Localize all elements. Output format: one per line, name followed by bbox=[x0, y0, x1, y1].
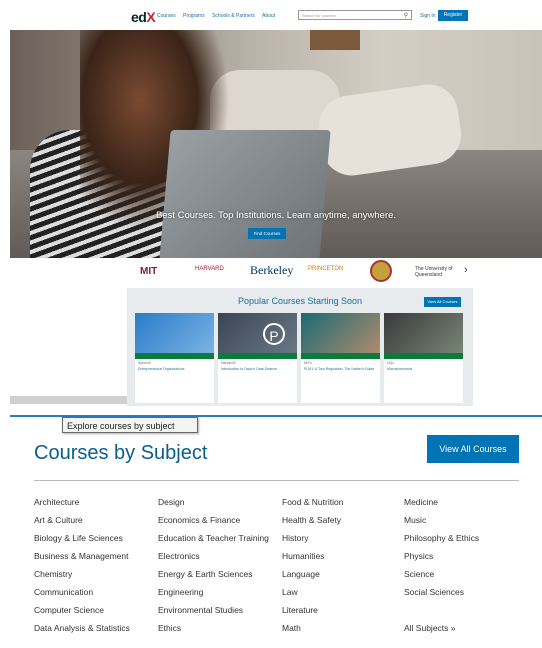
p-logo-icon: P bbox=[263, 323, 285, 345]
main-nav: Courses Programs Schools & Partners Abou… bbox=[157, 13, 281, 19]
uq-logo[interactable]: The University of Queensland bbox=[415, 266, 480, 278]
course-card[interactable]: UQx Microeconomics bbox=[384, 313, 463, 403]
subject-link[interactable]: Computer Science bbox=[34, 601, 130, 619]
course-card-bar bbox=[301, 353, 380, 359]
mit-logo[interactable]: MIT bbox=[140, 266, 157, 277]
course-school: MITx bbox=[304, 361, 312, 365]
subject-link[interactable]: Law bbox=[282, 583, 343, 601]
subject-link[interactable]: Medicine bbox=[404, 493, 479, 511]
subjects-title: Courses by Subject bbox=[34, 442, 208, 464]
subject-link[interactable]: Electronics bbox=[158, 547, 269, 565]
course-card-bar bbox=[384, 353, 463, 359]
top-navigation: edX Courses Programs Schools & Partners … bbox=[0, 0, 542, 30]
search-placeholder: Search for courses bbox=[302, 13, 336, 18]
course-title[interactable]: Microeconomics bbox=[387, 367, 459, 372]
course-card[interactable]: MITx PI101: A Tour Regulation: The Natio… bbox=[301, 313, 380, 403]
university-seal-logo[interactable] bbox=[370, 260, 392, 282]
subject-link[interactable]: Health & Safety bbox=[282, 511, 343, 529]
subject-link[interactable]: Education & Teacher Training bbox=[158, 529, 269, 547]
subject-link[interactable]: Data Analysis & Statistics bbox=[34, 619, 130, 637]
berkeley-logo[interactable]: Berkeley bbox=[250, 263, 293, 278]
subject-link[interactable]: Music bbox=[404, 511, 479, 529]
course-card-bar bbox=[135, 353, 214, 359]
popular-courses-panel: Popular Courses Starting Soon View All C… bbox=[127, 288, 473, 406]
partner-logos: MIT HARVARD Berkeley PRINCETON The Unive… bbox=[140, 260, 480, 284]
subject-link[interactable]: Art & Culture bbox=[34, 511, 130, 529]
subject-link[interactable]: Chemistry bbox=[34, 565, 130, 583]
subject-link[interactable]: Energy & Earth Sciences bbox=[158, 565, 269, 583]
subject-link[interactable]: Communication bbox=[34, 583, 130, 601]
subject-tooltip: Explore courses by subject bbox=[62, 417, 198, 433]
harvard-logo[interactable]: HARVARD bbox=[195, 266, 224, 272]
subject-link[interactable]: Physics bbox=[404, 547, 479, 565]
subject-link[interactable]: Environmental Studies bbox=[158, 601, 269, 619]
courses-by-subject-section: Explore courses by subject Courses by Su… bbox=[10, 415, 542, 648]
register-button[interactable]: Register bbox=[438, 10, 468, 21]
subject-link[interactable]: Social Sciences bbox=[404, 583, 479, 601]
subject-link[interactable]: Philosophy & Ethics bbox=[404, 529, 479, 547]
nav-courses[interactable]: Courses bbox=[157, 13, 176, 19]
sign-in-link[interactable]: Sign In bbox=[420, 13, 436, 19]
subject-column-2: Design Economics & Finance Education & T… bbox=[158, 493, 269, 637]
course-title[interactable]: PI101: A Tour Regulation: The Nation's G… bbox=[304, 367, 376, 372]
nav-schools[interactable]: Schools & Partners bbox=[212, 13, 255, 19]
course-school: HarvardX bbox=[221, 361, 236, 365]
subject-column-4: Medicine Music Philosophy & Ethics Physi… bbox=[404, 493, 479, 637]
hero-tagline: Best Courses. Top Institutions. Learn an… bbox=[155, 210, 397, 221]
nav-programs[interactable]: Programs bbox=[183, 13, 205, 19]
horizontal-scrollbar[interactable] bbox=[10, 396, 127, 404]
subject-link[interactable]: Business & Management bbox=[34, 547, 130, 565]
course-school: UQx bbox=[387, 361, 394, 365]
subject-link[interactable]: Design bbox=[158, 493, 269, 511]
subject-column-1: Architecture Art & Culture Biology & Lif… bbox=[34, 493, 130, 637]
nav-about[interactable]: About bbox=[262, 13, 275, 19]
subject-column-3: Food & Nutrition Health & Safety History… bbox=[282, 493, 343, 637]
subject-link[interactable]: Science bbox=[404, 565, 479, 583]
subject-link[interactable]: Math bbox=[282, 619, 343, 637]
search-input[interactable]: Search for courses ⚲ bbox=[298, 10, 412, 20]
subject-link[interactable]: Biology & Life Sciences bbox=[34, 529, 130, 547]
course-title[interactable]: Entrepreneurial Organizations bbox=[138, 367, 210, 372]
view-all-courses-button[interactable]: View All Courses bbox=[427, 435, 519, 463]
subject-link[interactable]: Architecture bbox=[34, 493, 130, 511]
course-card[interactable]: P HarvardX Introduction to Data in Data … bbox=[218, 313, 297, 403]
search-icon[interactable]: ⚲ bbox=[404, 11, 408, 21]
popular-title: Popular Courses Starting Soon bbox=[237, 296, 363, 306]
subject-link[interactable]: Economics & Finance bbox=[158, 511, 269, 529]
subject-link[interactable]: Ethics bbox=[158, 619, 269, 637]
logo-text: ed bbox=[131, 9, 147, 25]
view-all-courses-button-small[interactable]: View All Courses bbox=[424, 297, 461, 307]
subject-spacer bbox=[404, 601, 479, 619]
chevron-right-icon[interactable]: › bbox=[464, 264, 468, 276]
hero-laptop bbox=[159, 130, 331, 258]
hero-banner: Best Courses. Top Institutions. Learn an… bbox=[10, 30, 542, 258]
subject-link[interactable]: Language bbox=[282, 565, 343, 583]
edx-logo[interactable]: edX bbox=[131, 9, 156, 25]
course-card-bar bbox=[218, 353, 297, 359]
subject-link[interactable]: Literature bbox=[282, 601, 343, 619]
subject-link[interactable]: Engineering bbox=[158, 583, 269, 601]
subject-link[interactable]: Food & Nutrition bbox=[282, 493, 343, 511]
subject-link[interactable]: Humanities bbox=[282, 547, 343, 565]
subject-link[interactable]: History bbox=[282, 529, 343, 547]
course-card[interactable]: SchoolX Entrepreneurial Organizations bbox=[135, 313, 214, 403]
all-subjects-link[interactable]: All Subjects » bbox=[404, 619, 479, 637]
course-title[interactable]: Introduction to Data in Data Science bbox=[221, 367, 293, 372]
subjects-divider bbox=[34, 480, 519, 481]
hero-wall-decor bbox=[310, 30, 360, 50]
princeton-logo[interactable]: PRINCETON bbox=[308, 266, 343, 272]
find-courses-button[interactable]: Find Courses bbox=[248, 228, 286, 239]
course-school: SchoolX bbox=[138, 361, 152, 365]
logo-x: X bbox=[146, 9, 156, 25]
